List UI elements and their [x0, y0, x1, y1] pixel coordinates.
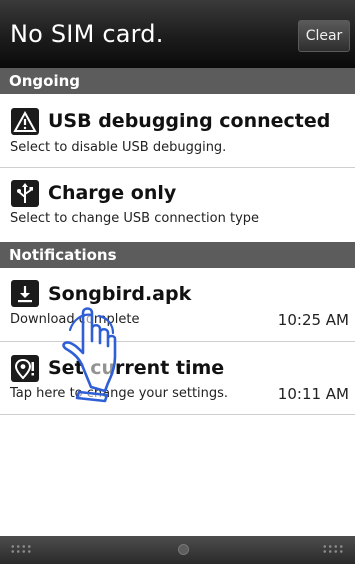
- notification-item-download[interactable]: Songbird.apk Download complete 10:25 AM: [0, 268, 355, 341]
- item-time: 10:25 AM: [277, 311, 349, 329]
- item-subtitle: Select to disable USB debugging.: [10, 140, 227, 155]
- item-time: 10:11 AM: [277, 385, 349, 403]
- item-title: Set current time: [48, 357, 225, 379]
- usb-icon: [11, 180, 39, 207]
- notification-item-charge-only[interactable]: Charge only Select to change USB connect…: [0, 168, 355, 242]
- item-subtitle: Select to change USB connection type: [10, 211, 260, 226]
- notification-item-set-time[interactable]: Set current time Tap here to change your…: [0, 342, 355, 414]
- notification-header: No SIM card. Clear: [0, 0, 355, 68]
- section-header-notifications: Notifications: [0, 242, 355, 268]
- clear-button[interactable]: Clear: [298, 20, 350, 52]
- handle-knob-icon: [178, 544, 189, 555]
- item-title: Charge only: [48, 182, 177, 204]
- notification-item-usb-debugging[interactable]: USB debugging connected Select to disabl…: [0, 94, 355, 167]
- notification-drag-handle[interactable]: [0, 536, 355, 564]
- item-title: Songbird.apk: [48, 283, 192, 305]
- item-subtitle: Tap here to change your settings.: [10, 386, 229, 401]
- grip-dots-right-icon: [322, 544, 344, 554]
- divider: [0, 414, 355, 415]
- grip-dots-left-icon: [10, 544, 32, 554]
- download-icon: [11, 280, 39, 307]
- item-title: USB debugging connected: [48, 110, 331, 132]
- warning-icon: [11, 108, 39, 135]
- section-header-ongoing: Ongoing: [0, 68, 355, 94]
- header-title: No SIM card.: [10, 20, 164, 48]
- item-subtitle: Download complete: [10, 312, 140, 327]
- location-settings-icon: [11, 355, 39, 382]
